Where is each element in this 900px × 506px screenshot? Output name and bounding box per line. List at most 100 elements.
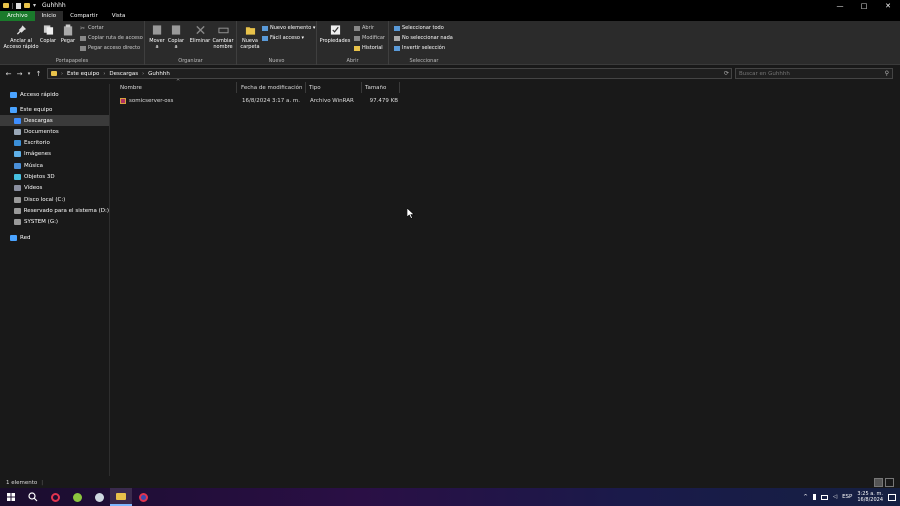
taskbar-app-opera[interactable] [44, 488, 66, 506]
new-folder-icon[interactable] [24, 3, 30, 8]
sidebar-item-videos[interactable]: Vídeos [0, 182, 109, 193]
tab-compartir[interactable]: Compartir [63, 11, 105, 21]
sidebar-item-documents[interactable]: Documentos [0, 126, 109, 137]
tab-archivo[interactable]: Archivo [0, 11, 35, 21]
group-label: Organizar [178, 58, 203, 64]
breadcrumb-descargas[interactable]: Descargas [109, 71, 138, 77]
taskbar-app-chrome[interactable] [132, 488, 154, 506]
open-icon [354, 25, 360, 31]
delete-label: Eliminar [189, 38, 211, 44]
close-button[interactable]: ✕ [876, 0, 900, 11]
pin-quick-access-button[interactable]: Anclar al Acceso rápido [3, 24, 39, 50]
open-button[interactable]: Abrir [354, 25, 374, 31]
pin-icon [16, 25, 26, 35]
taskbar-app-green[interactable] [66, 488, 88, 506]
select-all-label: Seleccionar todo [402, 25, 444, 31]
search-box[interactable]: ⚲ [735, 68, 893, 79]
status-separator: | [41, 479, 44, 486]
scissors-icon: ✂ [80, 24, 86, 32]
cut-button[interactable]: ✂ Cortar [80, 25, 104, 31]
forward-button[interactable]: → [14, 68, 25, 80]
details-view-button[interactable] [874, 478, 883, 487]
address-field[interactable]: › Este equipo › Descargas › Guhhhh ⟳ [47, 68, 732, 79]
pictures-icon [14, 150, 21, 157]
copy-path-button[interactable]: Copiar ruta de acceso [80, 35, 143, 41]
taskbar-app-steam[interactable] [88, 488, 110, 506]
back-button[interactable]: ← [3, 68, 14, 80]
file-row[interactable]: somicserver-oss 16/8/2024 3:17 a. m. Arc… [117, 96, 407, 106]
rename-button[interactable]: Cambiar nombre [212, 24, 234, 50]
history-button[interactable]: Historial [354, 45, 383, 51]
copy-button[interactable]: Copiar [39, 24, 57, 44]
breadcrumb-este-equipo[interactable]: Este equipo [67, 71, 99, 77]
network-icon[interactable] [820, 494, 828, 500]
paste-button[interactable]: Pegar [59, 24, 77, 44]
sidebar-item-system-g[interactable]: SYSTEM (G:) [0, 216, 109, 227]
battery-icon[interactable] [812, 494, 816, 500]
paste-shortcut-button[interactable]: Pegar acceso directo [80, 45, 140, 51]
sidebar-item-pictures[interactable]: Imágenes [0, 148, 109, 159]
copy-to-button[interactable]: Copiar a [167, 24, 185, 50]
easy-access-button[interactable]: Fácil acceso ▾ [262, 35, 304, 41]
sidebar-item-label: Red [20, 234, 31, 241]
sidebar-item-quick-access[interactable]: Acceso rápido [0, 89, 109, 100]
qat-dropdown-icon[interactable]: ▾ [33, 2, 36, 9]
column-tamano[interactable]: Tamaño [362, 82, 400, 93]
sidebar-item-3d-objects[interactable]: Objetos 3D [0, 171, 109, 182]
sidebar-item-desktop[interactable]: Escritorio [0, 137, 109, 148]
breadcrumb-current[interactable]: Guhhhh [148, 71, 170, 77]
documents-icon [14, 128, 21, 135]
tab-inicio[interactable]: Inicio [34, 11, 64, 21]
tab-vista[interactable]: Vista [105, 11, 133, 21]
downloads-icon [14, 117, 21, 124]
open-label: Abrir [362, 25, 375, 31]
winrar-icon [120, 98, 126, 104]
sidebar-item-label: Acceso rápido [20, 91, 59, 98]
move-to-button[interactable]: Mover a [148, 24, 166, 50]
column-nombre[interactable]: Nombre [117, 82, 237, 93]
select-none-button[interactable]: No seleccionar nada [394, 35, 453, 41]
invert-selection-button[interactable]: Invertir selección [394, 45, 445, 51]
copy-to-label: Copiar a [167, 38, 185, 50]
up-button[interactable]: ↑ [33, 68, 44, 80]
clock[interactable]: 3:25 a. m. 16/8/2024 [857, 491, 883, 503]
search-taskbar-button[interactable] [22, 488, 44, 506]
recent-locations-button[interactable]: ▾ [25, 68, 33, 80]
properties-button[interactable]: Propiedades [320, 24, 350, 44]
sidebar-item-label: Vídeos [24, 184, 43, 191]
large-icons-view-button[interactable] [885, 478, 894, 487]
sidebar-item-downloads[interactable]: Descargas [0, 115, 109, 126]
new-item-icon [262, 25, 268, 31]
maximize-button[interactable]: □ [852, 0, 876, 11]
column-fecha[interactable]: Fecha de modificación [238, 82, 306, 93]
properties-label: Propiedades [319, 38, 351, 44]
select-all-button[interactable]: Seleccionar todo [394, 25, 444, 31]
notifications-icon[interactable] [888, 493, 896, 501]
start-button[interactable] [0, 488, 22, 506]
sidebar-item-reserved-d[interactable]: Reservado para el sistema (D:) [0, 205, 109, 216]
new-folder-button[interactable]: Nueva carpeta [240, 24, 260, 50]
select-all-icon [394, 25, 400, 31]
edit-button[interactable]: Modificar [354, 35, 385, 41]
delete-button[interactable]: Eliminar [190, 24, 210, 44]
column-tipo[interactable]: Tipo [306, 82, 362, 93]
ribbon: Anclar al Acceso rápido Copiar Pegar ✂ C… [0, 21, 900, 65]
taskbar-app-explorer[interactable] [110, 488, 132, 506]
sidebar-item-music[interactable]: Música [0, 160, 109, 171]
sidebar-item-network[interactable]: Red [0, 232, 109, 243]
language-indicator[interactable]: ESP [842, 494, 852, 500]
sidebar-item-local-disk-c[interactable]: Disco local (C:) [0, 194, 109, 205]
chevron-up-icon[interactable]: ^ [803, 494, 808, 500]
search-input[interactable] [736, 69, 876, 78]
clock-date: 16/8/2024 [857, 497, 883, 503]
copy-path-icon [80, 35, 86, 41]
new-item-button[interactable]: Nuevo elemento ▾ [262, 25, 315, 31]
group-label: Nuevo [268, 58, 285, 64]
sidebar-item-this-pc[interactable]: Este equipo [0, 104, 109, 115]
sidebar-item-label: Música [24, 162, 44, 169]
paste-icon [63, 24, 72, 36]
refresh-icon[interactable]: ⟳ [724, 70, 729, 77]
minimize-button[interactable]: — [828, 0, 852, 11]
properties-icon[interactable] [16, 2, 21, 9]
volume-icon[interactable]: ◁ [833, 494, 837, 500]
